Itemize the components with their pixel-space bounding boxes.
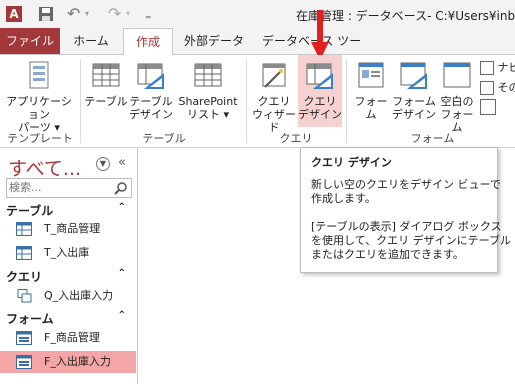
query-wizard-icon (259, 61, 289, 91)
sharepoint-list-icon (193, 61, 223, 91)
sharepoint-list-button[interactable]: SharePoint リスト ▾ (174, 55, 242, 121)
table-object-icon (16, 246, 32, 260)
redo-dropdown-icon[interactable]: ▾ (126, 6, 142, 22)
form-label: フォーム (354, 95, 388, 121)
tooltip-title: クエリ デザイン (311, 156, 392, 169)
tab-file[interactable]: ファイル (0, 28, 60, 54)
nav-item-label: F_商品管理 (44, 331, 100, 344)
form-icon (356, 61, 386, 91)
access-app-icon[interactable]: A (6, 6, 22, 22)
application-parts-label-1: アプリケーション (6, 95, 72, 121)
more-forms-extra-icon[interactable] (480, 99, 496, 115)
table-object-icon (16, 222, 32, 236)
group-separator (80, 59, 81, 143)
customize-qat-icon[interactable]: ‗ (146, 6, 162, 22)
search-icon[interactable] (114, 181, 128, 195)
nav-item-table[interactable]: T_商品管理 (0, 218, 136, 240)
query-design-label-1: クエリ (303, 95, 337, 108)
save-icon[interactable] (38, 6, 54, 22)
blank-form-icon (442, 61, 472, 91)
nav-item-form[interactable]: F_商品管理 (0, 327, 136, 349)
query-design-label-2: デザイン (298, 108, 342, 121)
navigation-pane: すべて... ▼ « テーブル ⌃ T_商品管理 T_入出庫 クエリ ⌃ Q_入… (0, 148, 138, 384)
sharepoint-list-label-1: SharePoint (178, 95, 238, 108)
group-separator (246, 59, 247, 143)
query-wizard-label-1: クエリ (257, 95, 291, 108)
navigation-icon (480, 61, 494, 75)
undo-dropdown-icon[interactable]: ▾ (85, 6, 101, 22)
nav-search-box[interactable] (6, 178, 132, 198)
table-design-icon (136, 61, 166, 91)
nav-pane-title[interactable]: すべて... (8, 154, 81, 181)
sharepoint-list-label-2: リスト ▾ (186, 108, 230, 121)
table-design-label-1: テーブル (129, 95, 173, 108)
group-label-tables: テーブル (142, 132, 186, 145)
table-label: テーブル (84, 95, 128, 108)
form-design-label-1: フォーム (392, 95, 436, 108)
blank-form-label-1: 空白の (440, 95, 474, 108)
collapse-chevron-icon[interactable]: ⌃ (118, 202, 126, 213)
nav-item-label: Q_入出庫入力 (44, 289, 114, 302)
query-design-icon (305, 61, 335, 91)
form-design-icon (399, 61, 429, 91)
table-icon (91, 61, 121, 91)
form-object-icon (16, 331, 32, 345)
form-design-label-2: デザイン (392, 108, 436, 121)
ribbon-body: アプリケーション パーツ ▾ テンプレート テーブル テーブル デザイン Sha… (0, 55, 515, 148)
nav-collapse-icon[interactable]: « (118, 155, 126, 170)
more-forms-button[interactable]: その (480, 79, 515, 97)
form-object-icon (16, 355, 32, 369)
group-label-forms: フォーム (410, 132, 455, 145)
undo-icon[interactable]: ↶ (67, 6, 83, 22)
nav-section-tables[interactable]: テーブル ⌃ (6, 202, 132, 219)
collapse-chevron-icon[interactable]: ⌃ (118, 310, 126, 321)
nav-item-form-selected[interactable]: F_入出庫入力 (0, 351, 136, 373)
nav-menu-dropdown-icon[interactable]: ▼ (96, 157, 110, 171)
nav-item-query[interactable]: Q_入出庫入力 (0, 285, 136, 307)
tab-home[interactable]: ホーム (66, 28, 116, 54)
tab-create[interactable]: 作成 (123, 28, 173, 56)
tooltip-line: を使用して、クエリ デザインにテーブル (311, 234, 511, 247)
group-label-templates: テンプレート (7, 132, 73, 145)
nav-item-label: T_商品管理 (44, 222, 101, 235)
navigation-label: ナビ (497, 61, 515, 74)
query-design-button[interactable]: クエリ デザイン (298, 55, 342, 127)
form-design-button[interactable]: フォーム デザイン (392, 55, 436, 121)
blank-form-button[interactable]: 空白の フォーム (436, 55, 478, 134)
nav-item-label: F_入出庫入力 (44, 355, 111, 368)
nav-search-input[interactable] (9, 180, 109, 194)
tab-external-data[interactable]: 外部データ (178, 28, 250, 54)
nav-section-forms[interactable]: フォーム ⌃ (6, 310, 132, 327)
table-button[interactable]: テーブル (84, 55, 128, 108)
more-forms-icon (480, 81, 494, 95)
nav-section-label: フォーム (6, 312, 54, 326)
application-parts-icon (24, 61, 54, 91)
ribbon-tabs: ファイル ホーム 作成 外部データ データベース ツール (0, 28, 515, 74)
nav-item-table[interactable]: T_入出庫 (0, 242, 136, 264)
group-label-queries: クエリ (279, 132, 313, 145)
nav-section-label: クエリ (6, 270, 43, 284)
tooltip-line: 作成します。 (311, 192, 376, 205)
collapse-chevron-icon[interactable]: ⌃ (118, 268, 126, 279)
nav-section-queries[interactable]: クエリ ⌃ (6, 268, 132, 285)
tooltip-line: [テーブルの表示] ダイアログ ボックス (311, 220, 502, 233)
table-design-label-2: デザイン (129, 108, 173, 121)
navigation-button[interactable]: ナビ (480, 59, 515, 77)
tooltip-line: 新しい空のクエリをデザイン ビューで (311, 178, 501, 191)
more-forms-label: その (497, 81, 515, 94)
group-separator (346, 59, 347, 143)
query-object-icon (17, 289, 32, 303)
nav-section-label: テーブル (6, 204, 54, 218)
query-design-tooltip: クエリ デザイン 新しい空のクエリをデザイン ビューで 作成します。 [テーブル… (300, 147, 511, 273)
application-parts-button[interactable]: アプリケーション パーツ ▾ (2, 55, 76, 134)
tooltip-line: またはクエリを追加できます。 (311, 248, 464, 261)
title-bar: A ↶ ▾ ↷ ▾ ‗ 在庫管理 : データベース- C:¥Users¥inbl… (0, 0, 515, 28)
redo-icon[interactable]: ↷ (108, 6, 124, 22)
form-button[interactable]: フォーム (350, 55, 392, 121)
query-wizard-button[interactable]: クエリ ウィザード (250, 55, 298, 134)
table-design-button[interactable]: テーブル デザイン (128, 55, 174, 121)
nav-item-label: T_入出庫 (44, 246, 90, 259)
